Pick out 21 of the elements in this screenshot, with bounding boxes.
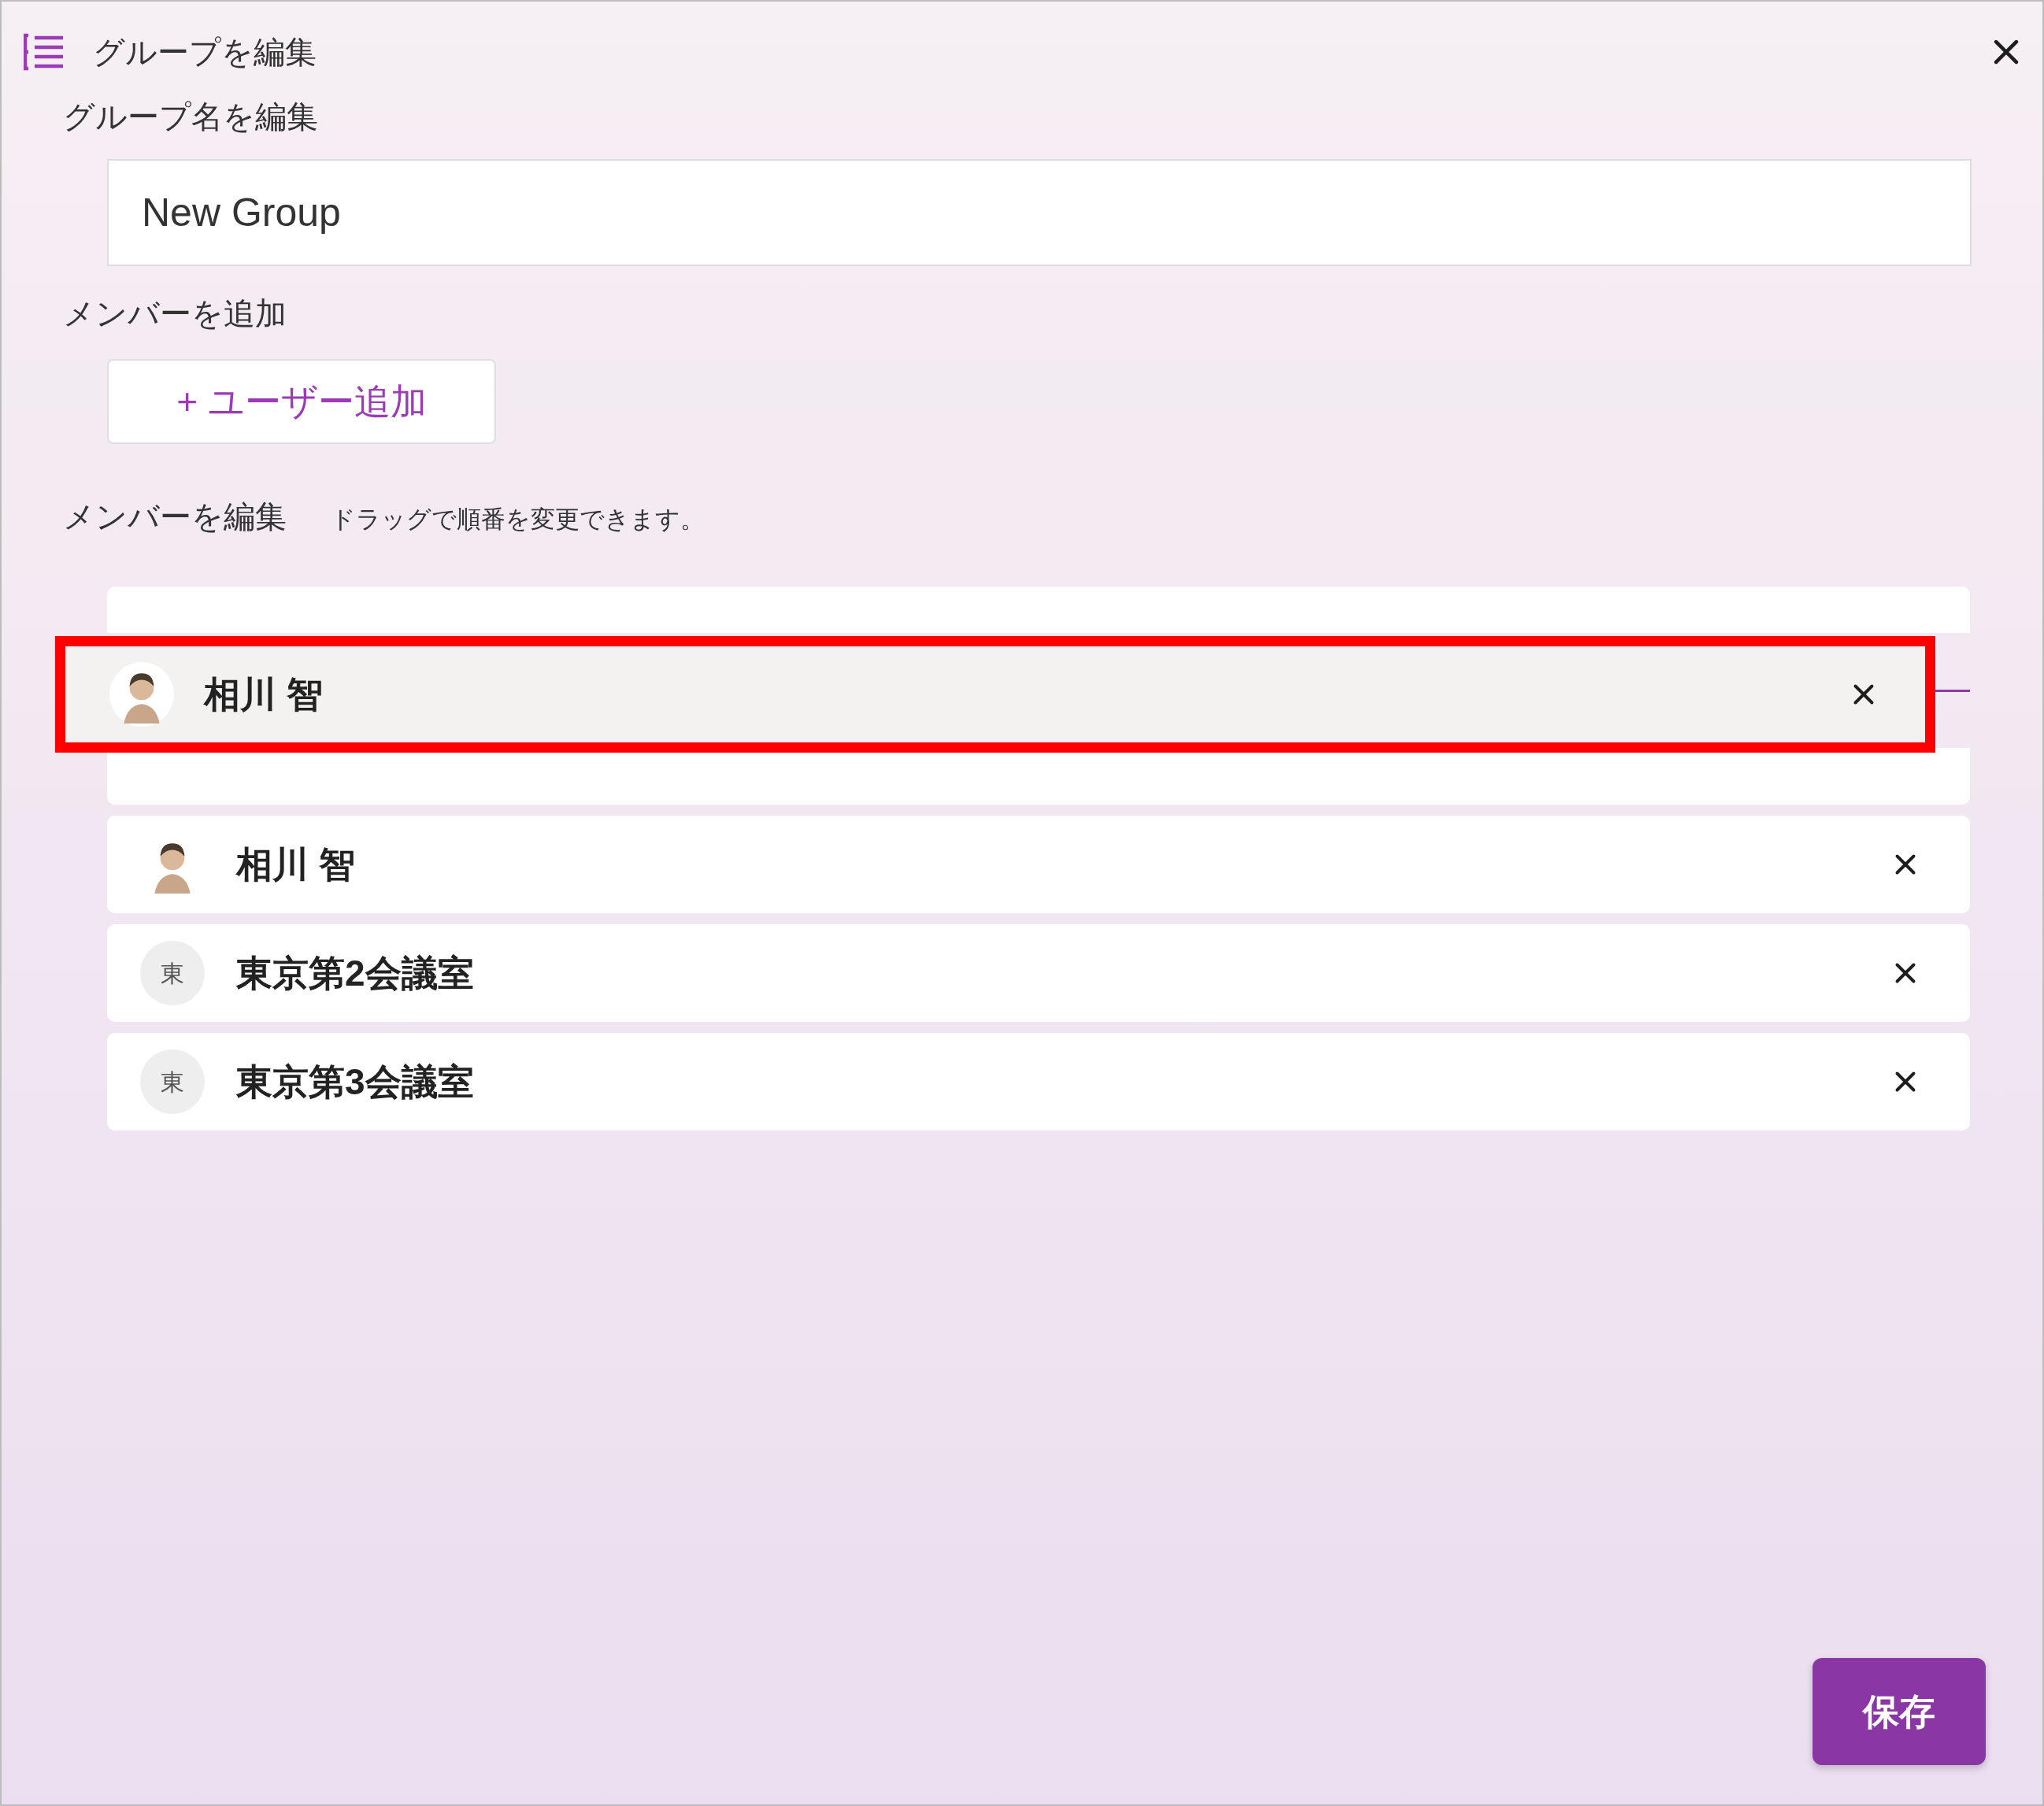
add-user-button[interactable]: + ユーザー追加 (107, 359, 496, 444)
dialog-title: グループを編集 (93, 34, 317, 71)
save-button[interactable]: 保存 (1813, 1658, 1986, 1765)
edit-members-label: メンバーを編集 (63, 498, 287, 535)
member-name: 相川 智 (236, 842, 355, 886)
member-row[interactable]: 東 東京第2会議室 (107, 924, 1970, 1022)
group-name-field[interactable]: New Group (107, 159, 1972, 266)
dragged-member-row[interactable]: 相川 智 (55, 636, 1935, 753)
avatar-initial: 東 (140, 1049, 205, 1114)
group-name-label: グループ名を編集 (63, 98, 318, 135)
member-name: 相川 智 (204, 672, 323, 716)
add-members-label: メンバーを追加 (63, 295, 287, 332)
member-name: 東京第3会議室 (236, 1060, 474, 1104)
member-row[interactable]: 相川 智 (107, 816, 1970, 913)
drag-hint: ドラッグで順番を変更できます。 (331, 505, 705, 535)
member-row[interactable]: 東 東京第3会議室 (107, 1033, 1970, 1131)
member-name: 東京第2会議室 (236, 951, 474, 995)
list-icon (24, 33, 65, 71)
avatar-icon (109, 662, 174, 727)
member-row[interactable] (107, 748, 1970, 805)
avatar-initial: 東 (140, 941, 205, 1005)
